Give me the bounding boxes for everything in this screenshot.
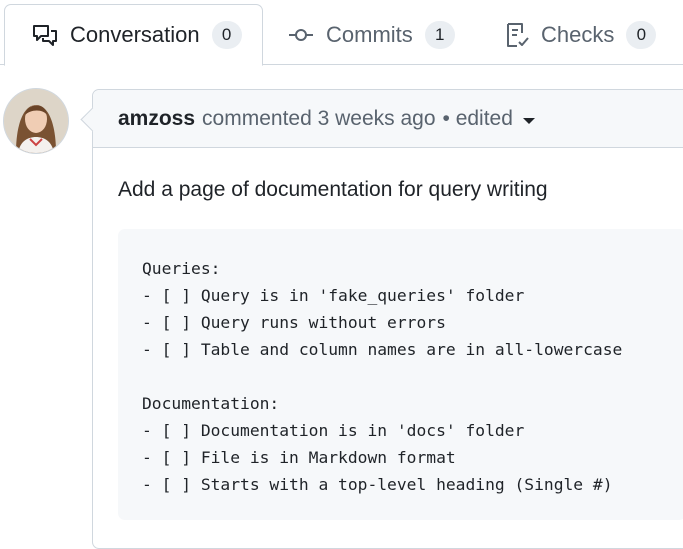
code-line: Documentation: bbox=[142, 394, 280, 413]
code-line: Queries: bbox=[142, 259, 221, 278]
checklist-icon bbox=[505, 22, 529, 48]
edited-label[interactable]: • edited bbox=[443, 107, 513, 131]
tab-conversation-label: Conversation bbox=[70, 22, 200, 47]
code-line: - [ ] Query is in 'fake_queries' folder bbox=[142, 286, 525, 305]
tab-checks-label: Checks bbox=[541, 21, 615, 47]
comment-timestamp[interactable]: commented 3 weeks ago bbox=[202, 107, 435, 131]
comment-author-link[interactable]: amzoss bbox=[118, 107, 195, 131]
code-block: Queries: - [ ] Query is in 'fake_queries'… bbox=[118, 229, 683, 520]
comment-header: amzoss commented 3 weeks ago • edited bbox=[93, 90, 683, 148]
code-line: - [ ] Documentation is in 'docs' folder bbox=[142, 421, 525, 440]
conversation-icon bbox=[32, 23, 58, 47]
tab-conversation-counter: 0 bbox=[211, 21, 242, 49]
tab-checks-counter: 0 bbox=[626, 20, 657, 49]
comment-body: Add a page of documentation for query wr… bbox=[93, 148, 683, 520]
comment-description: Add a page of documentation for query wr… bbox=[118, 178, 548, 201]
pr-tab-bar: Conversation 0 Commits 1 Checks 0 bbox=[0, 0, 683, 66]
code-line: - [ ] File is in Markdown format bbox=[142, 448, 456, 467]
commit-icon bbox=[288, 23, 314, 47]
tab-commits-label: Commits bbox=[326, 21, 413, 47]
tab-commits-counter: 1 bbox=[424, 20, 455, 49]
avatar[interactable] bbox=[4, 89, 68, 153]
tab-checks[interactable]: Checks 0 bbox=[505, 4, 657, 65]
edited-dropdown-caret-icon[interactable] bbox=[522, 117, 535, 124]
tab-commits[interactable]: Commits 1 bbox=[288, 4, 455, 65]
comment-box: amzoss commented 3 weeks ago • edited Ad… bbox=[80, 89, 683, 549]
code-line: - [ ] Table and column names are in all-… bbox=[142, 340, 623, 359]
tab-conversation[interactable]: Conversation 0 bbox=[4, 4, 263, 66]
code-line: - [ ] Starts with a top-level heading (S… bbox=[142, 475, 613, 494]
code-line: - [ ] Query runs without errors bbox=[142, 313, 446, 332]
